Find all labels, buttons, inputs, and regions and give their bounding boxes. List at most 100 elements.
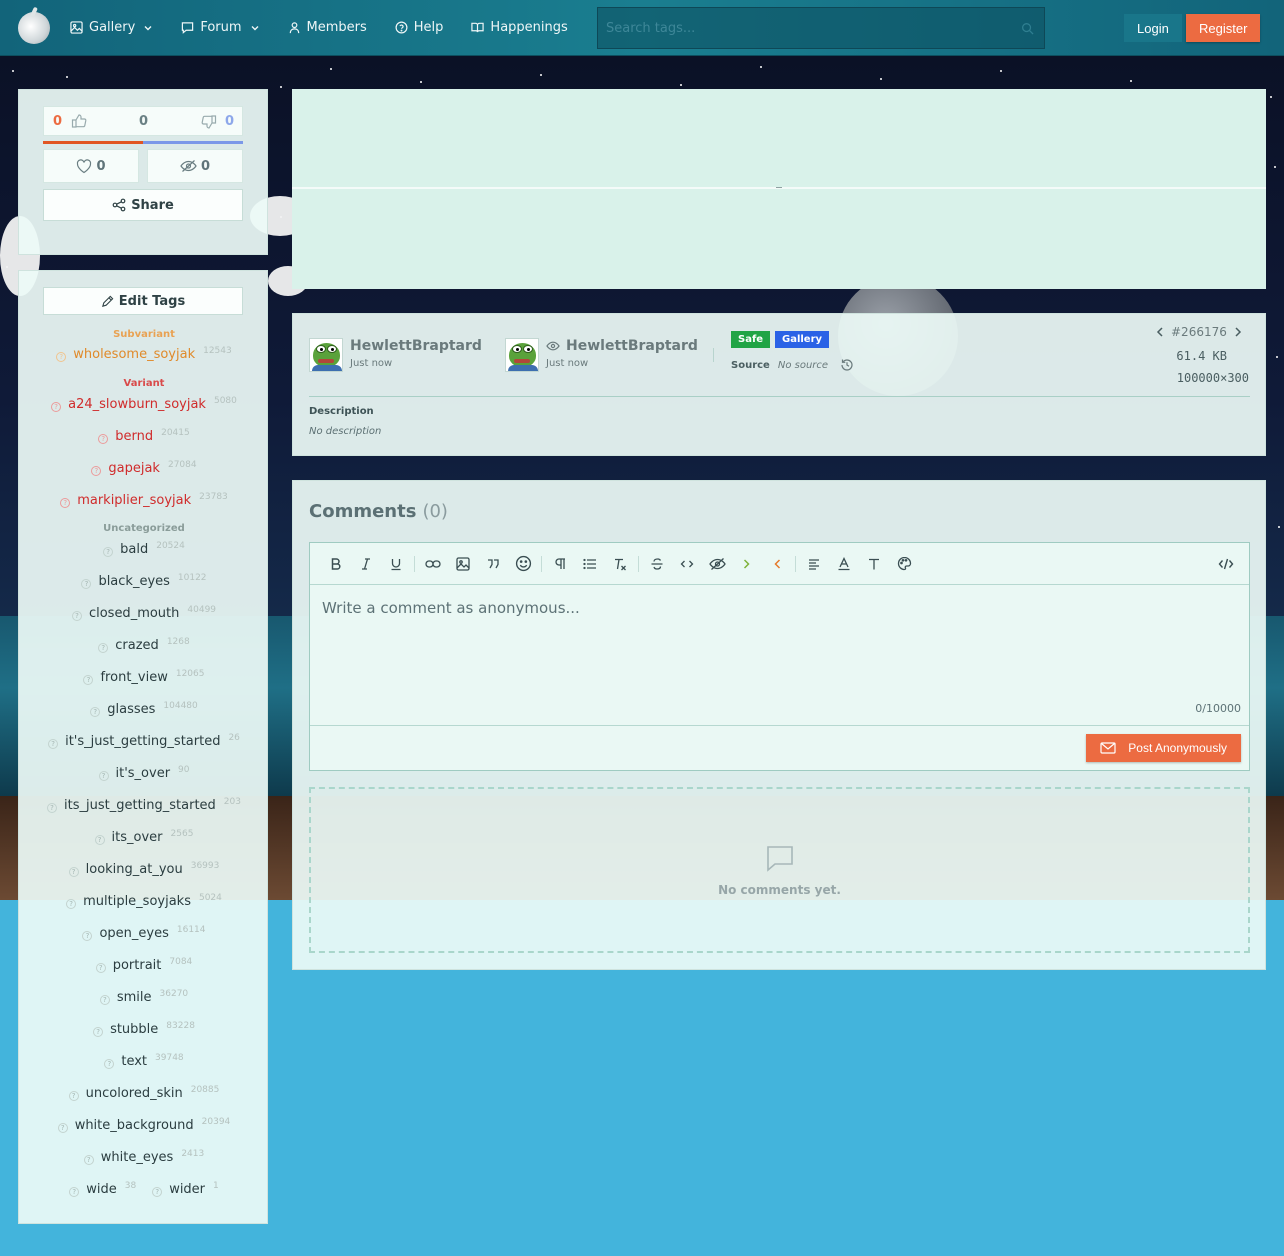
tag-item[interactable]: ? gapejak 27084 [19,460,269,476]
tag-name[interactable]: it's_over [116,766,171,781]
tag-help-icon[interactable]: ? [51,402,62,412]
tag-name[interactable]: bald [120,542,148,557]
tag-item[interactable]: ? wider 1 [152,1181,219,1197]
tag-item[interactable]: ? open_eyes 16114 [19,925,269,941]
thumbs-up-icon[interactable] [71,113,87,129]
tag-name[interactable]: looking_at_you [86,862,183,877]
tag-item[interactable]: ? it's_over 90 [19,765,269,781]
tag-item[interactable]: ? looking_at_you 36993 [19,861,269,877]
nav-help[interactable]: Help [395,20,443,35]
italic-button[interactable] [351,549,381,579]
tag-name[interactable]: its_over [112,830,163,845]
source-view-button[interactable] [1211,549,1241,579]
tag-item[interactable]: ? stubble 83228 [19,1021,269,1037]
search-icon[interactable] [1021,22,1034,35]
tag-item[interactable]: ? white_background 20394 [19,1117,269,1133]
tag-item[interactable]: ? glasses 104480 [19,701,269,717]
tag-help-icon[interactable]: ? [56,352,67,362]
tag-name[interactable]: its_just_getting_started [64,798,216,813]
nav-members[interactable]: Members [288,20,367,35]
tag-name[interactable]: white_eyes [101,1150,174,1165]
nav-happenings[interactable]: Happenings [471,20,568,35]
tag-item[interactable]: ? text 39748 [19,1053,269,1069]
quote-button[interactable] [478,549,508,579]
tag-item[interactable]: ? bald 20524 [19,541,269,557]
tag-help-icon[interactable]: ? [93,1027,104,1037]
tag-name[interactable]: gapejak [108,461,160,476]
orangetext-button[interactable] [762,549,792,579]
underline-button[interactable] [381,549,411,579]
tag-help-icon[interactable]: ? [98,771,109,781]
tag-item[interactable]: ? bernd 20415 [19,428,269,444]
tag-name[interactable]: portrait [113,958,162,973]
tag-item[interactable]: ? its_just_getting_started 203 [19,797,269,813]
comment-input[interactable] [310,585,1249,725]
tag-name[interactable]: markiplier_soyjak [77,493,191,508]
hide-button[interactable]: 0 [147,149,243,183]
tag-help-icon[interactable]: ? [83,1155,94,1165]
tag-item[interactable]: ? uncolored_skin 20885 [19,1085,269,1101]
tag-name[interactable]: wider [169,1182,205,1197]
tag-item[interactable]: ? it's_just_getting_started 26 [19,733,269,749]
tag-help-icon[interactable]: ? [152,1187,163,1197]
tag-item[interactable]: ? black_eyes 10122 [19,573,269,589]
tag-name[interactable]: text [121,1054,147,1069]
tag-help-icon[interactable]: ? [82,931,93,941]
tag-name[interactable]: wide [86,1182,117,1197]
code-button[interactable] [672,549,702,579]
tag-name[interactable]: open_eyes [99,926,168,941]
tag-name[interactable]: wholesome_soyjak [73,347,195,362]
tag-help-icon[interactable]: ? [94,835,105,845]
tag-help-icon[interactable]: ? [71,611,82,621]
post-comment-button[interactable]: Post Anonymously [1086,734,1241,762]
tag-item[interactable]: ? white_eyes 2413 [19,1149,269,1165]
tag-name[interactable]: it's_just_getting_started [65,734,220,749]
greentext-button[interactable] [732,549,762,579]
tag-help-icon[interactable]: ? [95,963,106,973]
strikethrough-button[interactable] [642,549,672,579]
tag-help-icon[interactable]: ? [103,547,114,557]
history-icon[interactable] [840,358,854,372]
share-button[interactable]: Share [43,189,243,221]
tag-name[interactable]: crazed [115,638,159,653]
tag-name[interactable]: a24_slowburn_soyjak [68,397,206,412]
spoiler-button[interactable] [702,549,732,579]
tag-help-icon[interactable]: ? [99,995,110,1005]
tag-name[interactable]: uncolored_skin [86,1086,183,1101]
tag-name[interactable]: white_background [75,1118,194,1133]
tag-help-icon[interactable]: ? [60,498,71,508]
approver-name[interactable]: HewlettBraptard [566,338,698,354]
tag-help-icon[interactable]: ? [83,675,94,685]
tag-help-icon[interactable]: ? [81,579,92,589]
tag-help-icon[interactable]: ? [98,434,109,444]
bold-button[interactable] [321,549,351,579]
tag-item[interactable]: ? its_over 2565 [19,829,269,845]
tag-help-icon[interactable]: ? [47,803,58,813]
tag-help-icon[interactable]: ? [98,643,109,653]
favorite-button[interactable]: 0 [43,149,139,183]
tag-name[interactable]: glasses [107,702,155,717]
tag-item[interactable]: ? closed_mouth 40499 [19,605,269,621]
tag-help-icon[interactable]: ? [48,739,59,749]
tag-name[interactable]: black_eyes [98,574,169,589]
tag-help-icon[interactable]: ? [90,707,101,717]
tag-item[interactable]: ? smile 36270 [19,989,269,1005]
tag-item[interactable]: ? crazed 1268 [19,637,269,653]
tag-item[interactable]: ? wholesome_soyjak 12543 [19,346,269,362]
uploader-name[interactable]: HewlettBraptard [350,338,482,354]
post-image[interactable] [292,89,1266,289]
link-button[interactable] [418,549,448,579]
tag-help-icon[interactable]: ? [68,867,79,877]
login-button[interactable]: Login [1124,14,1182,42]
avatar[interactable] [309,338,343,372]
thumbs-down-icon[interactable] [201,114,217,130]
tag-name[interactable]: front_view [100,670,167,685]
text-color-button[interactable] [829,549,859,579]
rating-badge[interactable]: Safe [731,331,771,348]
tag-help-icon[interactable]: ? [66,899,77,909]
tag-help-icon[interactable]: ? [91,466,102,476]
tag-name[interactable]: closed_mouth [89,606,179,621]
clear-format-button[interactable] [605,549,635,579]
tag-item[interactable]: ? front_view 12065 [19,669,269,685]
chevron-left-icon[interactable] [1155,326,1165,338]
